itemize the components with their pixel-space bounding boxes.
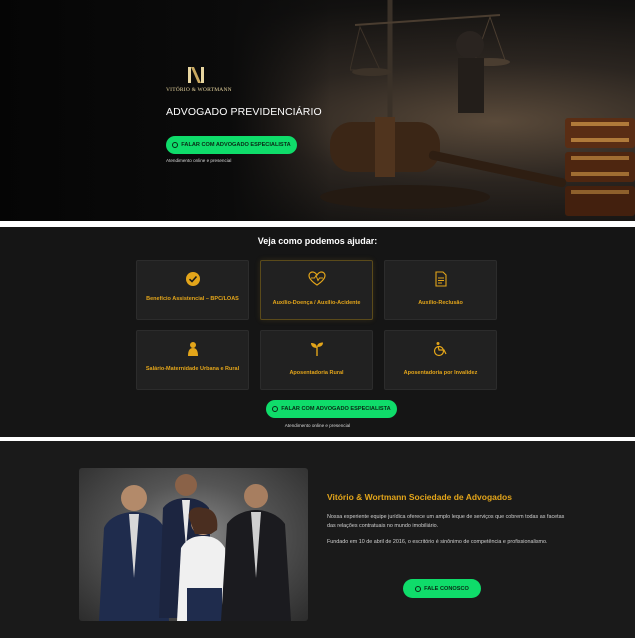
gavel-image [320,117,567,209]
books-image [565,118,635,216]
baby-icon [184,340,202,358]
service-label: Aposentadoria por Invalidez [403,370,478,376]
services-section: Veja como podemos ajudar: Benefício Assi… [0,227,635,437]
service-label: Auxílio-Doença / Auxílio-Acidente [272,300,361,306]
page-title: ADVOGADO PREVIDENCIÁRIO [166,106,322,118]
firm-logo[interactable]: VITÓRIO & WORTMANN [166,65,242,97]
logo-text: VITÓRIO & WORTMANN [166,87,232,93]
service-card-bpc-loas[interactable]: Benefício Assistencial – BPC/LOAS [136,260,249,320]
sprout-icon [308,340,326,358]
service-card-aposentadoria-rural[interactable]: Aposentadoria Rural [260,330,373,390]
contact-button[interactable]: FALE CONOSCO [403,579,481,598]
service-card-salario-maternidade[interactable]: Salário-Maternidade Urbana e Rural [136,330,249,390]
hero-subtext: Atendimento online e presencial [166,158,232,163]
services-cta-label: FALAR COM ADVOGADO ESPECIALISTA [281,406,391,412]
about-paragraph-2: Fundado em 10 de abril de 2016, o escrit… [327,539,548,545]
service-label: Aposentadoria Rural [289,370,344,376]
scales-of-justice-image [350,0,510,120]
hero-cta-label: FALAR COM ADVOGADO ESPECIALISTA [181,142,291,148]
service-label: Salário-Maternidade Urbana e Rural [145,366,240,372]
contact-button-label: FALE CONOSCO [424,585,469,592]
services-subtext: Atendimento online e presencial [284,423,351,428]
whatsapp-icon [415,585,422,592]
service-label: Auxílio-Reclusão [418,300,463,306]
bottom-divider [0,638,635,642]
whatsapp-icon [272,406,279,412]
about-section: Vitório & Wortmann Sociedade de Advogado… [0,441,635,638]
about-title: Vitório & Wortmann Sociedade de Advogado… [327,492,512,502]
whatsapp-icon [172,142,179,148]
service-card-auxilio-reclusao[interactable]: Auxílio-Reclusão [384,260,497,320]
services-cta-button[interactable]: FALAR COM ADVOGADO ESPECIALISTA [266,400,397,418]
hero-section: VITÓRIO & WORTMANN ADVOGADO PREVIDENCIÁR… [0,0,635,221]
hero-cta-button[interactable]: FALAR COM ADVOGADO ESPECIALISTA [166,136,297,154]
service-label: Benefício Assistencial – BPC/LOAS [146,296,239,302]
service-card-auxilio-doenca[interactable]: Auxílio-Doença / Auxílio-Acidente [260,260,373,320]
check-circle-icon [184,270,202,288]
service-card-aposentadoria-invalidez[interactable]: Aposentadoria por Invalidez [384,330,497,390]
wheelchair-icon [432,340,450,358]
about-paragraph-1: Nossa experiente equipe jurídica oferece… [327,514,565,529]
team-photo [79,468,308,621]
document-icon [432,270,450,288]
logo-monogram-icon [188,67,204,83]
services-heading: Veja como podemos ajudar: [257,236,378,246]
heart-pulse-icon [307,270,326,288]
